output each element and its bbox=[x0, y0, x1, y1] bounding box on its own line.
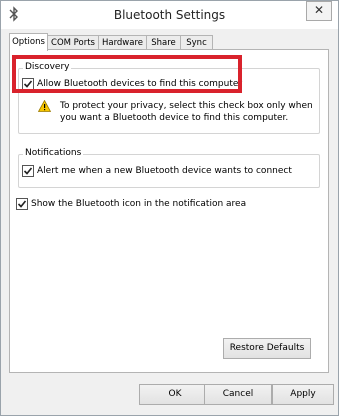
warning-icon bbox=[38, 100, 51, 112]
alert-connect-checkbox[interactable] bbox=[22, 165, 34, 177]
window-title: Bluetooth Settings bbox=[113, 8, 226, 22]
alert-connect-row[interactable]: Alert me when a new Bluetooth device wan… bbox=[22, 165, 292, 177]
show-icon-checkbox[interactable] bbox=[16, 198, 28, 210]
restore-defaults-button[interactable]: Restore Defaults bbox=[223, 338, 311, 359]
close-button[interactable]: ✕ bbox=[306, 1, 332, 21]
ok-button[interactable]: OK bbox=[139, 384, 211, 405]
tab-share[interactable]: Share bbox=[146, 35, 181, 50]
tab-com-ports[interactable]: COM Ports bbox=[47, 35, 99, 50]
notifications-legend: Notifications bbox=[23, 148, 84, 158]
checkmark-icon bbox=[23, 80, 33, 88]
cancel-button[interactable]: Cancel bbox=[204, 384, 272, 405]
bluetooth-settings-window: Bluetooth Settings ✕ Options COM Ports H… bbox=[0, 0, 339, 416]
discovery-legend: Discovery bbox=[23, 62, 72, 72]
options-panel: Discovery Allow Bluetooth devices to fin… bbox=[9, 49, 329, 373]
privacy-warning-line-2: you want a Bluetooth device to find this… bbox=[60, 113, 289, 123]
allow-discovery-row[interactable]: Allow Bluetooth devices to find this com… bbox=[22, 78, 242, 90]
allow-discovery-label: Allow Bluetooth devices to find this com… bbox=[37, 79, 243, 89]
checkmark-icon bbox=[17, 200, 27, 208]
alert-connect-label: Alert me when a new Bluetooth device wan… bbox=[37, 166, 292, 176]
apply-button[interactable]: Apply bbox=[272, 384, 334, 405]
allow-discovery-checkbox[interactable] bbox=[22, 78, 34, 90]
tab-sync[interactable]: Sync bbox=[180, 35, 213, 50]
tab-hardware[interactable]: Hardware bbox=[98, 35, 147, 50]
tab-options[interactable]: Options bbox=[9, 33, 48, 51]
title-bar[interactable]: Bluetooth Settings ✕ bbox=[1, 1, 338, 29]
show-icon-row[interactable]: Show the Bluetooth icon in the notificat… bbox=[16, 198, 246, 210]
checkmark-icon bbox=[23, 167, 33, 175]
show-icon-label: Show the Bluetooth icon in the notificat… bbox=[31, 199, 247, 209]
privacy-warning-line-1: To protect your privacy, select this che… bbox=[60, 101, 313, 111]
